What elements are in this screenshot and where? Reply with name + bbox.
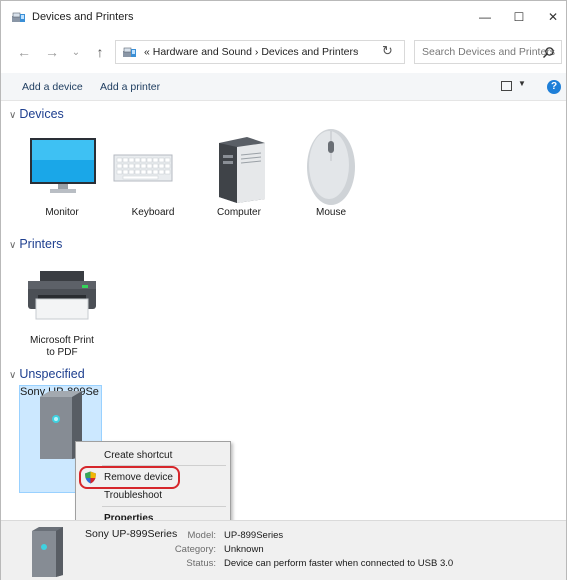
device-label-keyboard: Keyboard xyxy=(131,207,175,218)
chevron-down-icon[interactable]: ▼ xyxy=(518,79,526,88)
context-menu: Create shortcut Remove device Troublesho… xyxy=(75,441,231,529)
close-button[interactable]: ✕ xyxy=(534,1,567,33)
details-status-label: Status: xyxy=(186,558,216,569)
maximize-icon: ☐ xyxy=(513,10,525,24)
chevron-down-icon[interactable]: ⌄ xyxy=(352,45,360,56)
details-category-value: Unknown xyxy=(224,544,264,555)
up-button[interactable]: ↑ xyxy=(91,43,109,61)
device-label-monitor: Monitor xyxy=(45,207,79,218)
navigation-bar: ← → ⌄ ↑ « Hardware and Sound › Devices a… xyxy=(1,37,566,67)
close-icon: ✕ xyxy=(547,10,559,24)
help-icon[interactable]: ? xyxy=(547,80,561,94)
device-microsoft-print-to-pdf[interactable]: Microsoft Print to PDF xyxy=(22,265,102,361)
add-device-button[interactable]: Add a device xyxy=(22,81,83,93)
arrow-left-icon: ← xyxy=(17,44,31,60)
device-label-mouse: Mouse xyxy=(315,207,346,218)
arrow-right-icon: → xyxy=(45,44,59,60)
add-printer-button[interactable]: Add a printer xyxy=(100,81,160,93)
forward-button[interactable]: → xyxy=(43,43,61,61)
menu-item-troubleshoot[interactable]: Troubleshoot xyxy=(104,490,162,501)
refresh-icon[interactable]: ↻ xyxy=(382,43,393,59)
group-header-printers[interactable]: ∨ Printers xyxy=(9,237,62,251)
search-box[interactable]: Search Devices and Printers xyxy=(414,40,562,64)
devices-printers-icon xyxy=(123,47,136,57)
device-computer[interactable]: Computer xyxy=(199,131,279,221)
menu-separator xyxy=(102,506,226,507)
device-label-printer-line1: Microsoft Print xyxy=(30,335,94,346)
command-bar: Add a device Add a printer ▼ ? xyxy=(1,73,566,101)
group-header-devices[interactable]: ∨ Devices xyxy=(9,107,64,121)
back-button[interactable]: ← xyxy=(15,43,33,61)
view-options-icon[interactable] xyxy=(501,81,512,91)
printer-icon xyxy=(28,271,96,320)
chevron-down-icon: ∨ xyxy=(9,110,17,121)
details-model-label: Model: xyxy=(187,530,216,541)
recent-locations-button[interactable]: ⌄ xyxy=(67,43,85,61)
device-mouse[interactable]: Mouse xyxy=(291,123,371,221)
minimize-icon: — xyxy=(479,10,491,24)
device-keyboard[interactable]: Keyboard xyxy=(113,131,193,221)
device-label-computer: Computer xyxy=(217,207,261,218)
chevron-down-icon: ∨ xyxy=(9,240,17,251)
keyboard-icon xyxy=(113,154,173,182)
details-status-value: Device can perform faster when connected… xyxy=(224,558,454,569)
server-device-icon xyxy=(32,527,63,577)
title-bar: Devices and Printers — ☐ ✕ xyxy=(1,1,566,33)
monitor-icon xyxy=(30,138,96,193)
details-model-value: UP-899Series xyxy=(224,530,284,541)
details-category-label: Category: xyxy=(174,544,216,555)
devices-and-printers-window: Devices and Printers — ☐ ✕ ← → ⌄ ↑ « Har… xyxy=(0,0,567,580)
remove-device-highlight xyxy=(79,466,180,489)
chevron-down-icon: ⌄ xyxy=(71,46,81,58)
group-header-unspecified[interactable]: ∨ Unspecified xyxy=(9,367,85,381)
search-icon[interactable] xyxy=(542,46,555,59)
search-input[interactable]: Search Devices and Printers xyxy=(422,46,555,58)
maximize-button[interactable]: ☐ xyxy=(500,1,538,33)
details-pane: Sony UP-899Series Model: UP-899Series Ca… xyxy=(1,520,566,580)
computer-icon xyxy=(219,137,265,203)
address-bar[interactable]: « Hardware and Sound › Devices and Print… xyxy=(115,40,405,64)
device-label-printer-line2: to PDF xyxy=(46,347,78,358)
arrow-up-icon: ↑ xyxy=(96,44,104,60)
minimize-button[interactable]: — xyxy=(466,1,504,33)
window-title: Devices and Printers xyxy=(32,11,134,23)
device-monitor[interactable]: Monitor xyxy=(22,131,102,221)
chevron-down-icon: ∨ xyxy=(9,370,17,381)
devices-printers-icon xyxy=(12,12,25,22)
mouse-icon xyxy=(307,129,355,205)
menu-item-create-shortcut[interactable]: Create shortcut xyxy=(104,450,172,461)
breadcrumb[interactable]: « Hardware and Sound › Devices and Print… xyxy=(144,46,358,58)
